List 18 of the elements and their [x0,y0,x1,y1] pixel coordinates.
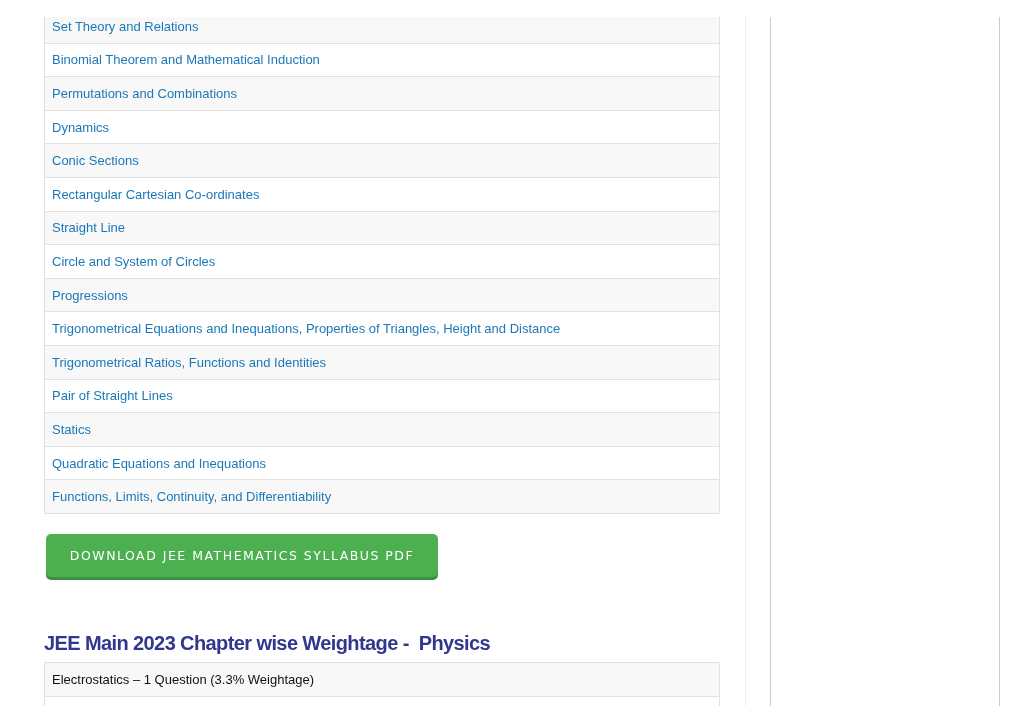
download-button[interactable]: DOWNLOAD JEE MATHEMATICS SYLLABUS PDF [46,533,438,577]
topic-link[interactable]: Functions, Limits, Continuity, and Differentiability [52,489,332,505]
topic-link[interactable]: Pair of Straight Lines [52,388,173,404]
topic-link[interactable]: Conic Sections [52,153,139,169]
topic-link[interactable]: Rectangular Cartesian Co-ordinates [52,186,260,202]
topic-link[interactable]: Progressions [52,287,128,303]
section-heading: JEE Main 2023 Chapter wise Weightage - Physics [44,631,491,655]
topic-link[interactable]: Permutations and Combinations [52,86,237,101]
weightage-text: Electrostatics – 1 Question (3.3% Weightage) [52,671,315,687]
topic-link[interactable]: Set Theory and Relations [52,18,199,34]
topic-link[interactable]: Straight Line [52,220,125,236]
topic-link[interactable]: Statics [52,421,91,437]
topic-link[interactable]: Circle and System of Circles [52,253,216,269]
topic-link[interactable]: Trigonometrical Equations and Inequations, Properties of Triangles, Height and Distance [52,321,561,337]
topic-link[interactable]: Trigonometrical Ratios, Functions and Identities [52,354,327,370]
topic-link[interactable]: Dynamics [52,119,110,135]
topic-link[interactable]: Quadratic Equations and Inequations [52,455,266,471]
topic-link[interactable]: Binomial Theorem and Mathematical Induction [52,52,320,68]
